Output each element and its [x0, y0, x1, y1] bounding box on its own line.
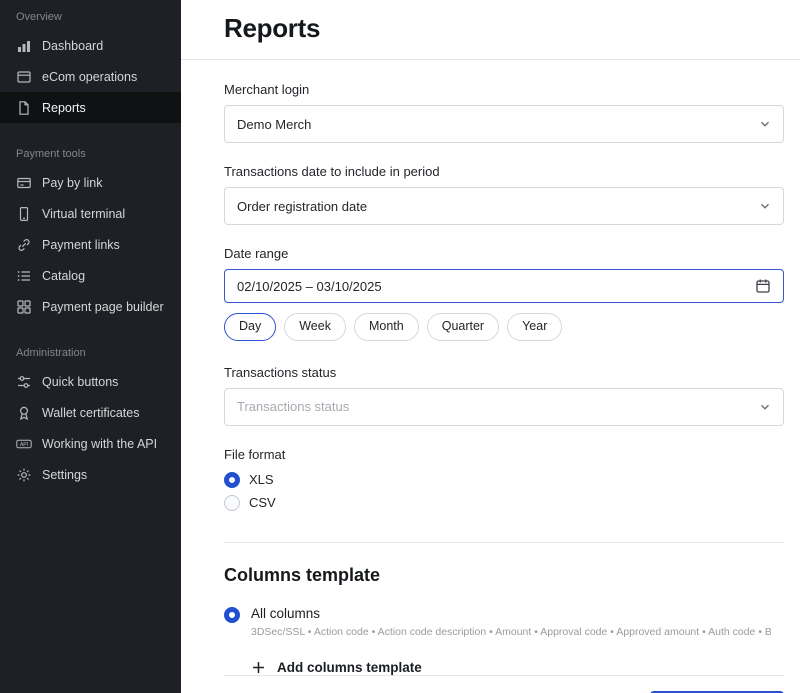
- chevron-down-icon: [759, 118, 771, 130]
- transactions-status-select[interactable]: Transactions status: [224, 388, 784, 426]
- date-range-field: Date range 02/10/2025 – 03/10/2025 Day W…: [224, 246, 784, 341]
- section-divider: [224, 542, 784, 543]
- sidebar-item-label: Pay by link: [42, 176, 102, 190]
- date-range-value: 02/10/2025 – 03/10/2025: [237, 279, 382, 294]
- sidebar-item-label: Working with the API: [42, 437, 157, 451]
- sidebar-item-label: Virtual terminal: [42, 207, 125, 221]
- virtual-terminal-icon: [16, 206, 32, 222]
- sidebar-item-virtual-terminal[interactable]: Virtual terminal: [0, 198, 181, 229]
- form-footer: Generate report: [224, 675, 784, 693]
- transactions-date-value: Order registration date: [237, 199, 367, 214]
- sidebar-item-label: Settings: [42, 468, 87, 482]
- sidebar-section-payment-tools: Payment tools Pay by link Virtual termin…: [0, 139, 181, 322]
- sidebar-item-pay-by-link[interactable]: Pay by link: [0, 167, 181, 198]
- columns-template-texts: All columns 3DSec/SSL • Action code • Ac…: [251, 606, 771, 638]
- sidebar-item-dashboard[interactable]: Dashboard: [0, 30, 181, 61]
- radio-checked-icon: [224, 607, 240, 623]
- reports-icon: [16, 100, 32, 116]
- catalog-icon: [16, 268, 32, 284]
- api-icon-text: API: [20, 442, 28, 448]
- merchant-login-select[interactable]: Demo Merch: [224, 105, 784, 143]
- sidebar-section-title: Overview: [0, 2, 181, 30]
- period-pill-week[interactable]: Week: [284, 313, 346, 341]
- period-pills: Day Week Month Quarter Year: [224, 313, 784, 341]
- sidebar-item-settings[interactable]: Settings: [0, 459, 181, 490]
- chevron-down-icon: [759, 200, 771, 212]
- transactions-status-field: Transactions status Transactions status: [224, 365, 784, 426]
- columns-template-option-all[interactable]: All columns 3DSec/SSL • Action code • Ac…: [224, 606, 784, 638]
- payment-links-icon: [16, 237, 32, 253]
- sidebar-item-label: Reports: [42, 101, 86, 115]
- sidebar-item-quick-buttons[interactable]: Quick buttons: [0, 366, 181, 397]
- sidebar-item-payment-page-builder[interactable]: Payment page builder: [0, 291, 181, 322]
- sidebar-item-label: Wallet certificates: [42, 406, 139, 420]
- sidebar-section-title: Payment tools: [0, 139, 181, 167]
- columns-template-option-label: All columns: [251, 606, 771, 621]
- add-columns-template-label: Add columns template: [277, 660, 422, 675]
- file-format-option-label: CSV: [249, 495, 276, 510]
- page-header: Reports: [181, 0, 800, 60]
- transactions-status-label: Transactions status: [224, 365, 784, 380]
- sidebar-section-overview: Overview Dashboard eCom operations Repor…: [0, 2, 181, 123]
- file-format-option-label: XLS: [249, 472, 274, 487]
- sidebar-section-administration: Administration Quick buttons Wallet cert…: [0, 338, 181, 490]
- sidebar-item-label: Payment links: [42, 238, 120, 252]
- sidebar-item-label: Payment page builder: [42, 300, 164, 314]
- sidebar-item-payment-links[interactable]: Payment links: [0, 229, 181, 260]
- api-icon: API: [16, 436, 32, 452]
- add-columns-template-button[interactable]: Add columns template: [251, 660, 784, 675]
- period-pill-year[interactable]: Year: [507, 313, 562, 341]
- merchant-login-value: Demo Merch: [237, 117, 311, 132]
- transactions-date-field: Transactions date to include in period O…: [224, 164, 784, 225]
- transactions-date-select[interactable]: Order registration date: [224, 187, 784, 225]
- sidebar-item-label: eCom operations: [42, 70, 137, 84]
- columns-template-option-description: 3DSec/SSL • Action code • Action code de…: [251, 626, 771, 638]
- ecom-operations-icon: [16, 69, 32, 85]
- sidebar-item-label: Catalog: [42, 269, 85, 283]
- merchant-login-field: Merchant login Demo Merch: [224, 82, 784, 143]
- date-range-label: Date range: [224, 246, 784, 261]
- report-form: Merchant login Demo Merch Transactions d…: [181, 60, 800, 693]
- radio-checked-icon: [224, 472, 240, 488]
- columns-template-heading: Columns template: [224, 565, 784, 586]
- page-title: Reports: [224, 13, 757, 44]
- chevron-down-icon: [759, 401, 771, 413]
- sidebar-item-working-with-the-api[interactable]: API Working with the API: [0, 428, 181, 459]
- sidebar-item-wallet-certificates[interactable]: Wallet certificates: [0, 397, 181, 428]
- radio-unchecked-icon: [224, 495, 240, 511]
- settings-icon: [16, 467, 32, 483]
- sidebar-section-title: Administration: [0, 338, 181, 366]
- dashboard-icon: [16, 38, 32, 54]
- period-pill-quarter[interactable]: Quarter: [427, 313, 499, 341]
- sidebar-item-ecom-operations[interactable]: eCom operations: [0, 61, 181, 92]
- sidebar-item-label: Dashboard: [42, 39, 103, 53]
- sidebar: Overview Dashboard eCom operations Repor…: [0, 0, 181, 693]
- calendar-icon[interactable]: [755, 278, 771, 294]
- date-range-input[interactable]: 02/10/2025 – 03/10/2025: [224, 269, 784, 303]
- quick-buttons-icon: [16, 374, 32, 390]
- sidebar-item-label: Quick buttons: [42, 375, 118, 389]
- file-format-option-csv[interactable]: CSV: [224, 495, 784, 511]
- file-format-label: File format: [224, 447, 784, 462]
- main-content: Reports Merchant login Demo Merch Transa…: [181, 0, 800, 693]
- transactions-status-placeholder: Transactions status: [237, 399, 349, 414]
- transactions-date-label: Transactions date to include in period: [224, 164, 784, 179]
- file-format-option-xls[interactable]: XLS: [224, 472, 784, 488]
- period-pill-day[interactable]: Day: [224, 313, 276, 341]
- app-root: Overview Dashboard eCom operations Repor…: [0, 0, 800, 693]
- pay-by-link-icon: [16, 175, 32, 191]
- sidebar-item-reports[interactable]: Reports: [0, 92, 181, 123]
- payment-page-builder-icon: [16, 299, 32, 315]
- wallet-certificates-icon: [16, 405, 32, 421]
- file-format-field: File format XLS CSV: [224, 447, 784, 518]
- period-pill-month[interactable]: Month: [354, 313, 419, 341]
- merchant-login-label: Merchant login: [224, 82, 784, 97]
- sidebar-item-catalog[interactable]: Catalog: [0, 260, 181, 291]
- plus-icon: [251, 660, 266, 675]
